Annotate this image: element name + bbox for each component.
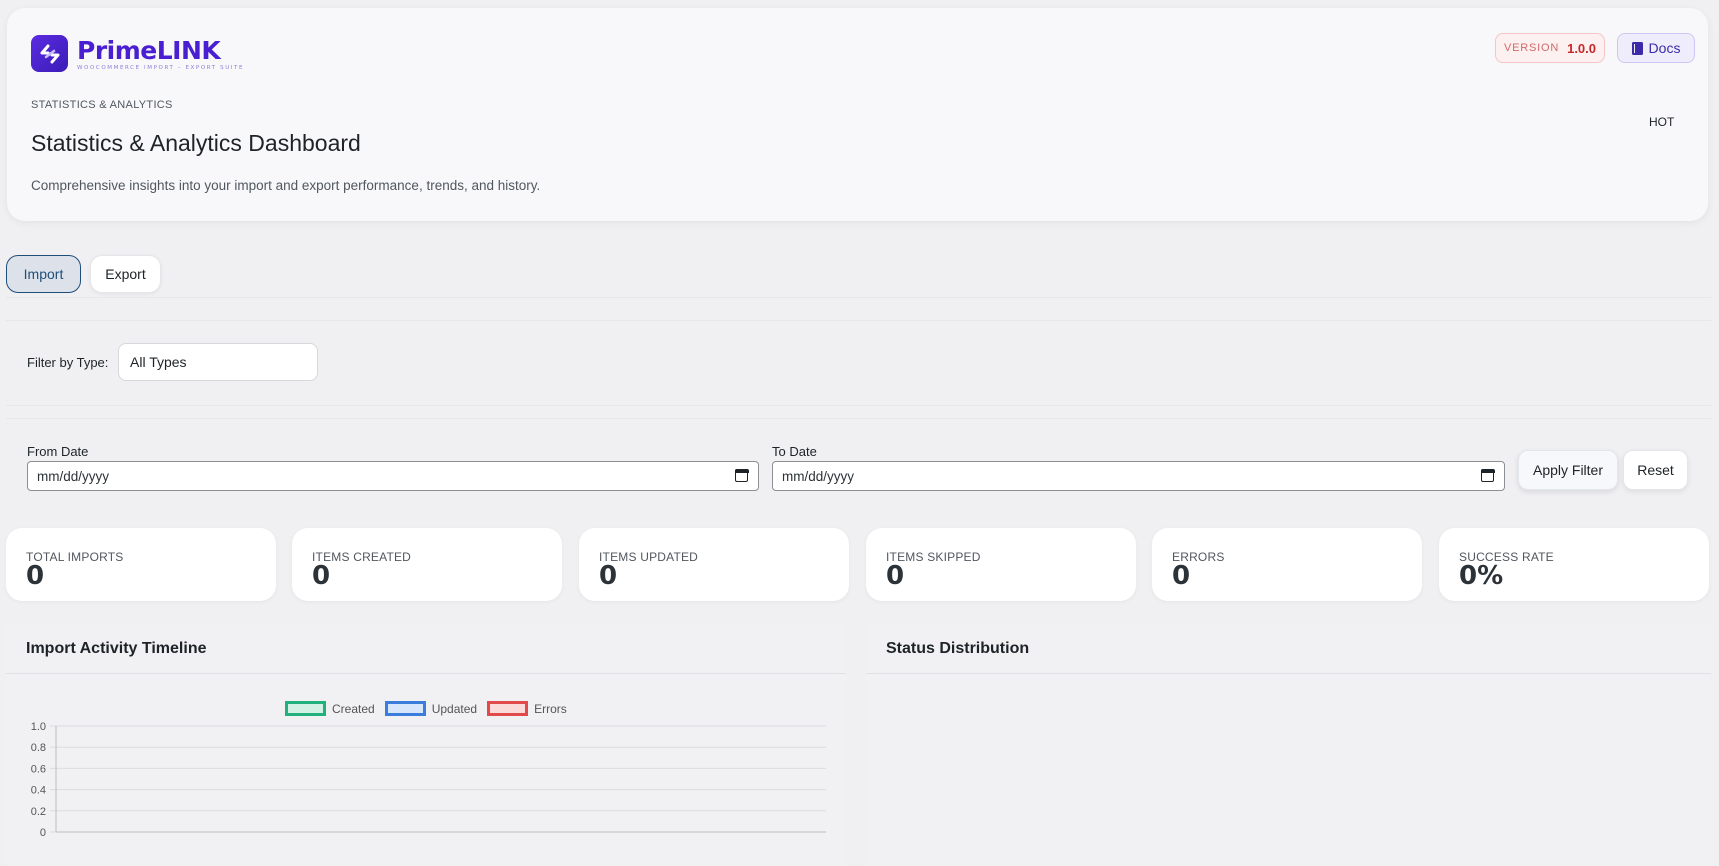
divider <box>6 320 1711 321</box>
filter-type-select[interactable]: All Types <box>118 343 318 381</box>
stat-card-items-created: ITEMS CREATED 0 <box>292 528 562 601</box>
apply-filter-button[interactable]: Apply Filter <box>1518 450 1618 490</box>
stat-value: 0% <box>1459 561 1504 591</box>
y-tick-label: 0 <box>40 827 46 839</box>
timeline-title: Import Activity Timeline <box>26 640 207 657</box>
tab-import[interactable]: Import <box>6 255 81 293</box>
divider <box>6 418 1711 419</box>
y-tick-label: 1.0 <box>31 721 46 733</box>
legend-swatch <box>487 701 529 716</box>
header-card: PrimeLINK WOOCOMMERCE IMPORT – EXPORT SU… <box>7 8 1708 221</box>
reset-button[interactable]: Reset <box>1623 450 1688 490</box>
from-date-input[interactable]: mm/dd/yyyy <box>27 461 759 491</box>
timeline-chart: 1.0 0.8 0.6 0.4 0.2 0 <box>31 721 826 839</box>
calendar-icon[interactable] <box>734 468 749 482</box>
stat-value: 0 <box>312 561 331 591</box>
to-date-label: To Date <box>772 444 817 459</box>
stat-value: 0 <box>1172 561 1191 591</box>
page-title: Statistics & Analytics Dashboard <box>31 130 361 156</box>
tab-export[interactable]: Export <box>90 255 161 293</box>
brand-tagline: WOOCOMMERCE IMPORT – EXPORT SUITE <box>77 64 245 71</box>
docs-button[interactable]: Docs <box>1617 33 1695 63</box>
legend-item-errors[interactable]: Errors <box>487 701 567 716</box>
stat-card-items-updated: ITEMS UPDATED 0 <box>579 528 849 601</box>
legend-swatch <box>384 701 426 716</box>
panel-divider <box>6 673 846 674</box>
docs-label: Docs <box>1648 40 1681 56</box>
to-date-value: mm/dd/yyyy <box>782 468 855 484</box>
stat-card-errors: ERRORS 0 <box>1152 528 1422 601</box>
from-date-value: mm/dd/yyyy <box>37 468 110 484</box>
stat-value: 0 <box>599 561 618 591</box>
legend-label: Errors <box>534 701 567 716</box>
book-icon <box>1631 41 1643 55</box>
stat-value: 0 <box>26 561 45 591</box>
legend-label: Created <box>332 701 375 716</box>
chart-legend: Created Updated Errors <box>285 701 577 716</box>
filter-type-label: Filter by Type: <box>27 355 109 370</box>
legend-label: Updated <box>431 701 478 716</box>
stat-card-items-skipped: ITEMS SKIPPED 0 <box>866 528 1136 601</box>
legend-swatch <box>285 701 326 716</box>
stat-card-success-rate: SUCCESS RATE 0% <box>1439 528 1709 601</box>
panel-divider <box>866 673 1711 674</box>
brand-logo[interactable]: PrimeLINK WOOCOMMERCE IMPORT – EXPORT SU… <box>31 35 244 72</box>
brand-name: PrimeLINK <box>77 35 221 65</box>
legend-item-created[interactable]: Created <box>285 701 375 716</box>
from-date-label: From Date <box>27 444 89 459</box>
arrows-exchange-icon <box>31 35 68 72</box>
stat-value: 0 <box>886 561 905 591</box>
y-tick-label: 0.4 <box>31 785 46 797</box>
status-title: Status Distribution <box>886 640 1030 657</box>
page-eyebrow: STATISTICS & ANALYTICS <box>31 99 173 111</box>
divider <box>6 405 1711 406</box>
y-tick-label: 0.2 <box>31 806 46 818</box>
version-value: 1.0.0 <box>1567 40 1597 56</box>
page-description: Comprehensive insights into your import … <box>31 178 541 193</box>
hot-label: HOT <box>1649 115 1675 129</box>
legend-item-updated[interactable]: Updated <box>384 701 478 716</box>
calendar-icon[interactable] <box>1480 468 1495 482</box>
divider <box>6 297 1711 298</box>
status-panel: Status Distribution <box>866 624 1711 866</box>
version-label: VERSION <box>1503 42 1560 54</box>
y-tick-label: 0.6 <box>31 763 46 775</box>
y-tick-label: 0.8 <box>31 742 46 754</box>
to-date-input[interactable]: mm/dd/yyyy <box>772 461 1505 491</box>
stat-card-total-imports: TOTAL IMPORTS 0 <box>6 528 276 601</box>
version-badge: VERSION 1.0.0 <box>1495 33 1605 63</box>
